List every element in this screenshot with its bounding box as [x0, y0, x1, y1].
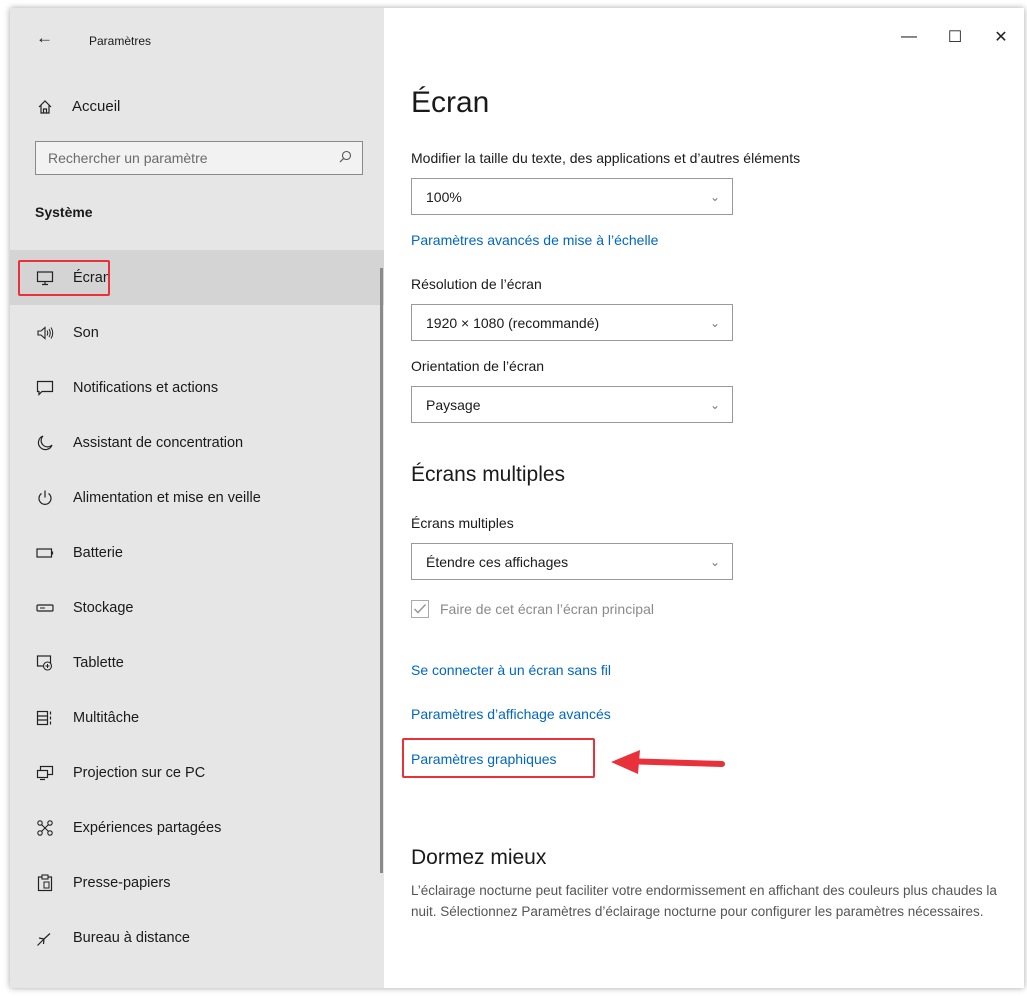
multi-dropdown[interactable]: Étendre ces affichages ⌄ — [411, 543, 733, 580]
main-display-option: Faire de cet écran l’écran principal — [411, 600, 654, 618]
sleep-heading: Dormez mieux — [411, 846, 547, 869]
sidebar-scrollbar[interactable] — [380, 268, 383, 873]
sidebar-item-notifications[interactable]: Notifications et actions — [10, 360, 384, 415]
resolution-value: 1920 × 1080 (recommandé) — [426, 314, 600, 331]
chevron-down-icon: ⌄ — [709, 189, 720, 204]
annotation-arrow-icon — [611, 750, 725, 774]
sidebar-item-label: Notifications et actions — [73, 379, 219, 396]
multi-label: Écrans multiples — [411, 515, 514, 531]
page-title: Écran — [411, 86, 490, 119]
close-icon[interactable]: ✕ — [978, 22, 1024, 52]
sidebar-item-label: Son — [73, 324, 99, 341]
sidebar-item-label: Écran — [73, 269, 111, 286]
sidebar-item-label: Projection sur ce PC — [73, 764, 206, 781]
scale-label: Modifier la taille du texte, des applica… — [411, 150, 801, 166]
sidebar-item-experiences[interactable]: Expériences partagées — [10, 800, 384, 855]
sidebar-item-bureau-distance[interactable]: Bureau à distance — [10, 910, 384, 965]
remote-icon — [34, 929, 56, 947]
multitask-icon — [34, 710, 56, 726]
orientation-label: Orientation de l’écran — [411, 358, 545, 374]
speaker-icon — [34, 325, 56, 341]
search-icon[interactable] — [339, 150, 352, 166]
search-input[interactable] — [48, 150, 308, 166]
maximize-icon[interactable]: ☐ — [932, 22, 978, 52]
clipboard-icon — [34, 873, 56, 892]
sidebar-item-projection[interactable]: Projection sur ce PC — [10, 745, 384, 800]
sidebar-item-batterie[interactable]: Batterie — [10, 525, 384, 580]
main-display-label: Faire de cet écran l’écran principal — [440, 601, 654, 617]
sidebar-item-presse-papiers[interactable]: Presse-papiers — [10, 855, 384, 910]
sidebar-item-tablette[interactable]: Tablette — [10, 635, 384, 690]
chevron-down-icon: ⌄ — [709, 554, 720, 569]
main-display-checkbox[interactable] — [411, 600, 429, 618]
sidebar-item-label: Batterie — [73, 544, 123, 561]
scale-value: 100% — [426, 188, 462, 205]
sidebar-item-label: Multitâche — [73, 709, 140, 726]
sidebar-item-concentration[interactable]: Assistant de concentration — [10, 415, 384, 470]
chevron-down-icon: ⌄ — [709, 315, 720, 330]
advanced-display-link[interactable]: Paramètres d’affichage avancés — [411, 706, 611, 722]
tablet-icon — [34, 654, 56, 672]
orientation-dropdown[interactable]: Paysage ⌄ — [411, 386, 733, 423]
search-box[interactable] — [35, 141, 363, 175]
sidebar-item-label: Tablette — [73, 654, 124, 671]
sidebar-item-label: Presse-papiers — [73, 874, 171, 891]
multi-heading: Écrans multiples — [411, 463, 566, 486]
battery-icon — [34, 547, 56, 559]
scale-dropdown[interactable]: 100% ⌄ — [411, 178, 733, 215]
multi-value: Étendre ces affichages — [426, 553, 569, 570]
sidebar-item-label: Bureau à distance — [73, 929, 190, 946]
window-title: Paramètres — [89, 34, 152, 48]
settings-window: ← Paramètres Accueil Système Écran — [10, 8, 1024, 988]
graphics-settings-link[interactable]: Paramètres graphiques — [411, 751, 557, 767]
moon-icon — [34, 434, 56, 452]
section-title: Système — [35, 204, 93, 220]
resolution-label: Résolution de l’écran — [411, 276, 542, 292]
advanced-scale-link[interactable]: Paramètres avancés de mise à l’échelle — [411, 232, 658, 248]
monitor-icon — [34, 270, 56, 286]
sidebar: ← Paramètres Accueil Système Écran — [10, 8, 384, 988]
sidebar-item-son[interactable]: Son — [10, 305, 384, 360]
projection-icon — [34, 765, 56, 781]
orientation-value: Paysage — [426, 396, 481, 413]
back-arrow-icon[interactable]: ← — [36, 28, 53, 48]
sidebar-item-label: Expériences partagées — [73, 819, 222, 836]
sidebar-item-ecran[interactable]: Écran — [10, 250, 384, 305]
sidebar-home-label: Accueil — [72, 98, 121, 115]
wireless-display-link[interactable]: Se connecter à un écran sans fil — [411, 662, 611, 678]
share-icon — [34, 819, 56, 837]
sidebar-home[interactable]: Accueil — [34, 98, 120, 115]
resolution-dropdown[interactable]: 1920 × 1080 (recommandé) ⌄ — [411, 304, 733, 341]
sidebar-item-multitache[interactable]: Multitâche — [10, 690, 384, 745]
minimize-icon[interactable]: — — [886, 22, 932, 52]
sidebar-item-alimentation[interactable]: Alimentation et mise en veille — [10, 470, 384, 525]
home-icon — [34, 99, 56, 115]
sidebar-nav: Écran Son Notifications et actions Assis… — [10, 250, 384, 965]
chevron-down-icon: ⌄ — [709, 397, 720, 412]
sidebar-item-label: Stockage — [73, 599, 134, 616]
power-icon — [34, 489, 56, 507]
window-controls: — ☐ ✕ — [886, 22, 1024, 52]
sidebar-item-stockage[interactable]: Stockage — [10, 580, 384, 635]
message-icon — [34, 380, 56, 396]
sidebar-item-label: Assistant de concentration — [73, 434, 244, 451]
sleep-description: L’éclairage nocturne peut faciliter votr… — [411, 883, 997, 919]
sidebar-item-label: Alimentation et mise en veille — [73, 489, 261, 506]
storage-icon — [34, 603, 56, 613]
